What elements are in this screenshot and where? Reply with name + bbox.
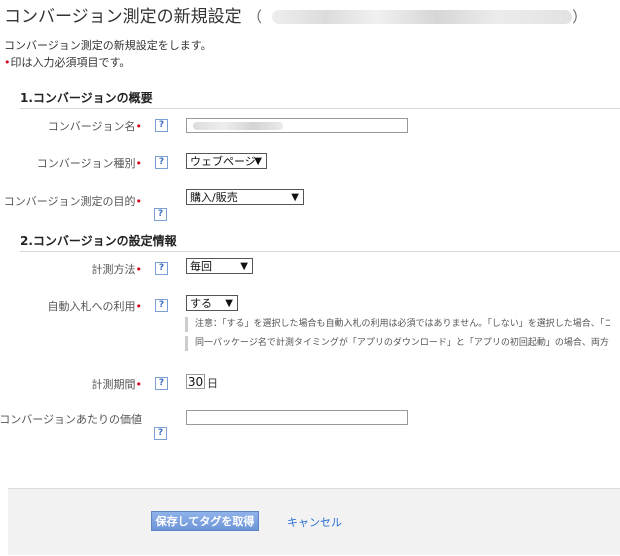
page-title-text: コンバージョン測定の新規設定 — [4, 7, 242, 27]
conversion-purpose-select[interactable]: 購入/販売 ▼ — [186, 189, 304, 205]
page-title: コンバージョン測定の新規設定 （ ） — [4, 4, 587, 30]
section-header-settings: 2.コンバージョンの設定情報 — [20, 233, 620, 252]
measurement-period-label: 計測期間• — [91, 378, 143, 391]
auto-bidding-note-1: 注意：「する」を選択した場合も自動入札の利用は必須ではありません。「しない」を選… — [185, 317, 610, 332]
conversion-purpose-label: コンバージョン測定の目的• — [3, 195, 142, 208]
help-icon[interactable]: ? — [155, 299, 168, 312]
help-icon[interactable]: ? — [155, 119, 168, 132]
conversion-name-label: コンバージョン名• — [47, 120, 142, 133]
blurred-account-name — [272, 10, 573, 24]
title-paren-close: ） — [572, 8, 588, 26]
help-icon[interactable]: ? — [155, 262, 168, 275]
help-icon[interactable]: ? — [154, 208, 167, 221]
measurement-method-label: 計測方法• — [91, 263, 143, 276]
chevron-down-icon: ▼ — [291, 192, 299, 203]
conversion-name-input[interactable] — [186, 118, 408, 133]
cancel-link[interactable]: キャンセル — [287, 514, 342, 530]
required-note: •印は入力必須項目です。 — [4, 54, 130, 70]
blurred-value — [193, 122, 283, 130]
intro-text: コンバージョン測定の新規設定をします。 — [4, 39, 212, 52]
section-header-overview: 1.コンバージョンの概要 — [20, 90, 620, 109]
chevron-down-icon: ▼ — [225, 298, 233, 309]
help-icon[interactable]: ? — [155, 377, 168, 390]
title-paren-open: （ — [247, 8, 263, 26]
auto-bidding-note-2: 同一パッケージ名で計測タイミングが「アプリのダウンロード」と「アプリの初回起動」… — [185, 336, 610, 351]
help-icon[interactable]: ? — [154, 427, 167, 440]
auto-bidding-select[interactable]: する ▼ — [186, 295, 238, 311]
conversion-value-input[interactable] — [186, 410, 408, 425]
conversion-value-label: 1コンバージョンあたりの価値 — [0, 413, 142, 426]
auto-bidding-label: 自動入札への利用• — [47, 300, 143, 313]
measurement-method-select[interactable]: 毎回 ▼ — [186, 258, 253, 274]
conversion-type-select[interactable]: ウェブページ ▼ — [186, 153, 267, 169]
measurement-period-input[interactable]: 30 — [186, 374, 205, 389]
chevron-down-icon: ▼ — [254, 156, 262, 167]
save-and-get-tag-button[interactable]: 保存してタグを取得 — [151, 511, 259, 531]
chevron-down-icon: ▼ — [240, 261, 248, 272]
help-icon[interactable]: ? — [155, 156, 168, 169]
conversion-type-label: コンバージョン種別• — [36, 157, 142, 170]
period-unit: 日 — [207, 377, 218, 390]
required-note-text: 印は入力必須項目です。 — [10, 56, 131, 69]
